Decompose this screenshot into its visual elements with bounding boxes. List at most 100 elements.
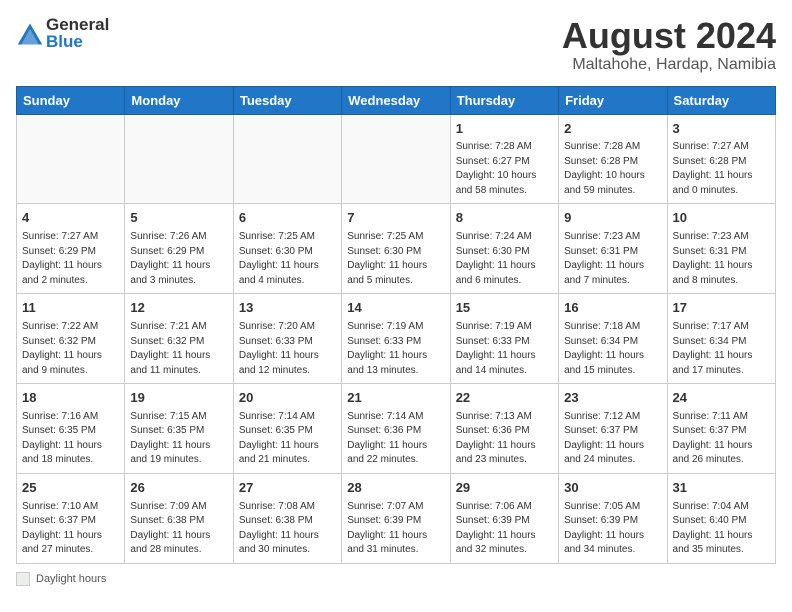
day-cell: 28 Sunrise: 7:07 AM Sunset: 6:39 PM Dayli… xyxy=(342,473,450,563)
day-info: Sunrise: 7:11 AM Sunset: 6:37 PM Dayligh… xyxy=(673,410,770,468)
day-cell: 31 Sunrise: 7:04 AM Sunset: 6:40 PM Dayli… xyxy=(667,473,775,563)
day-number: 28 xyxy=(347,479,444,498)
day-info: Sunrise: 7:28 AM Sunset: 6:27 PM Dayligh… xyxy=(456,140,553,198)
day-number: 4 xyxy=(22,209,119,228)
week-row-4: 18Sunrise: 7:16 AM Sunset: 6:35 PM Dayli… xyxy=(17,384,776,474)
day-number: 26 xyxy=(130,479,227,498)
day-number: 7 xyxy=(347,209,444,228)
daylight-box xyxy=(16,572,30,586)
day-number: 19 xyxy=(130,389,227,408)
day-info: Sunrise: 7:07 AM Sunset: 6:39 PM Dayligh… xyxy=(347,500,444,558)
day-number: 22 xyxy=(456,389,553,408)
day-info: Sunrise: 7:28 AM Sunset: 6:28 PM Dayligh… xyxy=(564,140,661,198)
day-cell: 5 Sunrise: 7:26 AM Sunset: 6:29 PM Daylig… xyxy=(125,204,233,294)
day-number: 6 xyxy=(239,209,336,228)
day-header-tuesday: Tuesday xyxy=(233,86,341,114)
day-cell: 30 Sunrise: 7:05 AM Sunset: 6:39 PM Dayli… xyxy=(559,473,667,563)
day-info: Sunrise: 7:21 AM Sunset: 6:32 PM Dayligh… xyxy=(130,320,227,378)
day-cell: 8Sunrise: 7:24 AM Sunset: 6:30 PM Daylig… xyxy=(450,204,558,294)
day-number: 30 xyxy=(564,479,661,498)
day-number: 31 xyxy=(673,479,770,498)
day-header-wednesday: Wednesday xyxy=(342,86,450,114)
day-number: 10 xyxy=(673,209,770,228)
day-cell: 10 Sunrise: 7:23 AM Sunset: 6:31 PM Dayli… xyxy=(667,204,775,294)
day-number: 5 xyxy=(130,209,227,228)
day-number: 23 xyxy=(564,389,661,408)
day-info: Sunrise: 7:18 AM Sunset: 6:34 PM Dayligh… xyxy=(564,320,661,378)
week-row-1: 1Sunrise: 7:28 AM Sunset: 6:27 PM Daylig… xyxy=(17,114,776,204)
day-info: Sunrise: 7:10 AM Sunset: 6:37 PM Dayligh… xyxy=(22,500,119,558)
day-cell: 19 Sunrise: 7:15 AM Sunset: 6:35 PM Dayli… xyxy=(125,384,233,474)
day-info: Sunrise: 7:26 AM Sunset: 6:29 PM Dayligh… xyxy=(130,230,227,288)
day-cell xyxy=(342,114,450,204)
day-cell: 27Sunrise: 7:08 AM Sunset: 6:38 PM Dayli… xyxy=(233,473,341,563)
calendar-table: SundayMondayTuesdayWednesdayThursdayFrid… xyxy=(16,86,776,564)
day-info: Sunrise: 7:17 AM Sunset: 6:34 PM Dayligh… xyxy=(673,320,770,378)
day-cell: 6Sunrise: 7:25 AM Sunset: 6:30 PM Daylig… xyxy=(233,204,341,294)
day-number: 13 xyxy=(239,299,336,318)
day-number: 15 xyxy=(456,299,553,318)
day-cell: 26 Sunrise: 7:09 AM Sunset: 6:38 PM Dayli… xyxy=(125,473,233,563)
day-info: Sunrise: 7:14 AM Sunset: 6:36 PM Dayligh… xyxy=(347,410,444,468)
day-info: Sunrise: 7:05 AM Sunset: 6:39 PM Dayligh… xyxy=(564,500,661,558)
day-number: 25 xyxy=(22,479,119,498)
day-info: Sunrise: 7:20 AM Sunset: 6:33 PM Dayligh… xyxy=(239,320,336,378)
day-cell xyxy=(17,114,125,204)
day-cell: 1Sunrise: 7:28 AM Sunset: 6:27 PM Daylig… xyxy=(450,114,558,204)
day-cell: 16 Sunrise: 7:18 AM Sunset: 6:34 PM Dayli… xyxy=(559,294,667,384)
logo-blue: Blue xyxy=(46,33,109,52)
day-cell: 7Sunrise: 7:25 AM Sunset: 6:30 PM Daylig… xyxy=(342,204,450,294)
day-cell: 13 Sunrise: 7:20 AM Sunset: 6:33 PM Dayli… xyxy=(233,294,341,384)
title-area: August 2024 Maltahohe, Hardap, Namibia xyxy=(562,16,776,74)
day-info: Sunrise: 7:22 AM Sunset: 6:32 PM Dayligh… xyxy=(22,320,119,378)
day-info: Sunrise: 7:12 AM Sunset: 6:37 PM Dayligh… xyxy=(564,410,661,468)
header: General Blue August 2024 Maltahohe, Hard… xyxy=(16,16,776,74)
day-number: 21 xyxy=(347,389,444,408)
day-header-saturday: Saturday xyxy=(667,86,775,114)
day-cell: 17Sunrise: 7:17 AM Sunset: 6:34 PM Dayli… xyxy=(667,294,775,384)
week-row-5: 25 Sunrise: 7:10 AM Sunset: 6:37 PM Dayli… xyxy=(17,473,776,563)
day-info: Sunrise: 7:15 AM Sunset: 6:35 PM Dayligh… xyxy=(130,410,227,468)
day-number: 16 xyxy=(564,299,661,318)
daylight-label: Daylight hours xyxy=(36,573,106,585)
day-number: 24 xyxy=(673,389,770,408)
day-cell: 24 Sunrise: 7:11 AM Sunset: 6:37 PM Dayli… xyxy=(667,384,775,474)
day-cell: 11Sunrise: 7:22 AM Sunset: 6:32 PM Dayli… xyxy=(17,294,125,384)
day-cell: 4 Sunrise: 7:27 AM Sunset: 6:29 PM Daylig… xyxy=(17,204,125,294)
day-info: Sunrise: 7:16 AM Sunset: 6:35 PM Dayligh… xyxy=(22,410,119,468)
week-row-3: 11Sunrise: 7:22 AM Sunset: 6:32 PM Dayli… xyxy=(17,294,776,384)
day-cell: 23 Sunrise: 7:12 AM Sunset: 6:37 PM Dayli… xyxy=(559,384,667,474)
day-cell: 20Sunrise: 7:14 AM Sunset: 6:35 PM Dayli… xyxy=(233,384,341,474)
day-header-monday: Monday xyxy=(125,86,233,114)
day-number: 3 xyxy=(673,120,770,139)
day-cell xyxy=(125,114,233,204)
day-info: Sunrise: 7:24 AM Sunset: 6:30 PM Dayligh… xyxy=(456,230,553,288)
day-cell: 21 Sunrise: 7:14 AM Sunset: 6:36 PM Dayli… xyxy=(342,384,450,474)
day-cell: 2Sunrise: 7:28 AM Sunset: 6:28 PM Daylig… xyxy=(559,114,667,204)
sub-title: Maltahohe, Hardap, Namibia xyxy=(562,56,776,74)
day-header-thursday: Thursday xyxy=(450,86,558,114)
day-info: Sunrise: 7:09 AM Sunset: 6:38 PM Dayligh… xyxy=(130,500,227,558)
day-info: Sunrise: 7:13 AM Sunset: 6:36 PM Dayligh… xyxy=(456,410,553,468)
day-cell: 14Sunrise: 7:19 AM Sunset: 6:33 PM Dayli… xyxy=(342,294,450,384)
day-number: 27 xyxy=(239,479,336,498)
day-header-sunday: Sunday xyxy=(17,86,125,114)
logo: General Blue xyxy=(16,16,109,51)
day-info: Sunrise: 7:06 AM Sunset: 6:39 PM Dayligh… xyxy=(456,500,553,558)
day-number: 2 xyxy=(564,120,661,139)
day-cell: 15Sunrise: 7:19 AM Sunset: 6:33 PM Dayli… xyxy=(450,294,558,384)
day-cell: 18Sunrise: 7:16 AM Sunset: 6:35 PM Dayli… xyxy=(17,384,125,474)
day-cell: 12 Sunrise: 7:21 AM Sunset: 6:32 PM Dayli… xyxy=(125,294,233,384)
day-info: Sunrise: 7:27 AM Sunset: 6:29 PM Dayligh… xyxy=(22,230,119,288)
day-info: Sunrise: 7:23 AM Sunset: 6:31 PM Dayligh… xyxy=(673,230,770,288)
day-header-friday: Friday xyxy=(559,86,667,114)
day-number: 9 xyxy=(564,209,661,228)
day-number: 1 xyxy=(456,120,553,139)
calendar-header: SundayMondayTuesdayWednesdayThursdayFrid… xyxy=(17,86,776,114)
day-info: Sunrise: 7:14 AM Sunset: 6:35 PM Dayligh… xyxy=(239,410,336,468)
day-info: Sunrise: 7:04 AM Sunset: 6:40 PM Dayligh… xyxy=(673,500,770,558)
day-cell: 25 Sunrise: 7:10 AM Sunset: 6:37 PM Dayli… xyxy=(17,473,125,563)
day-number: 14 xyxy=(347,299,444,318)
day-cell: 29Sunrise: 7:06 AM Sunset: 6:39 PM Dayli… xyxy=(450,473,558,563)
day-number: 12 xyxy=(130,299,227,318)
